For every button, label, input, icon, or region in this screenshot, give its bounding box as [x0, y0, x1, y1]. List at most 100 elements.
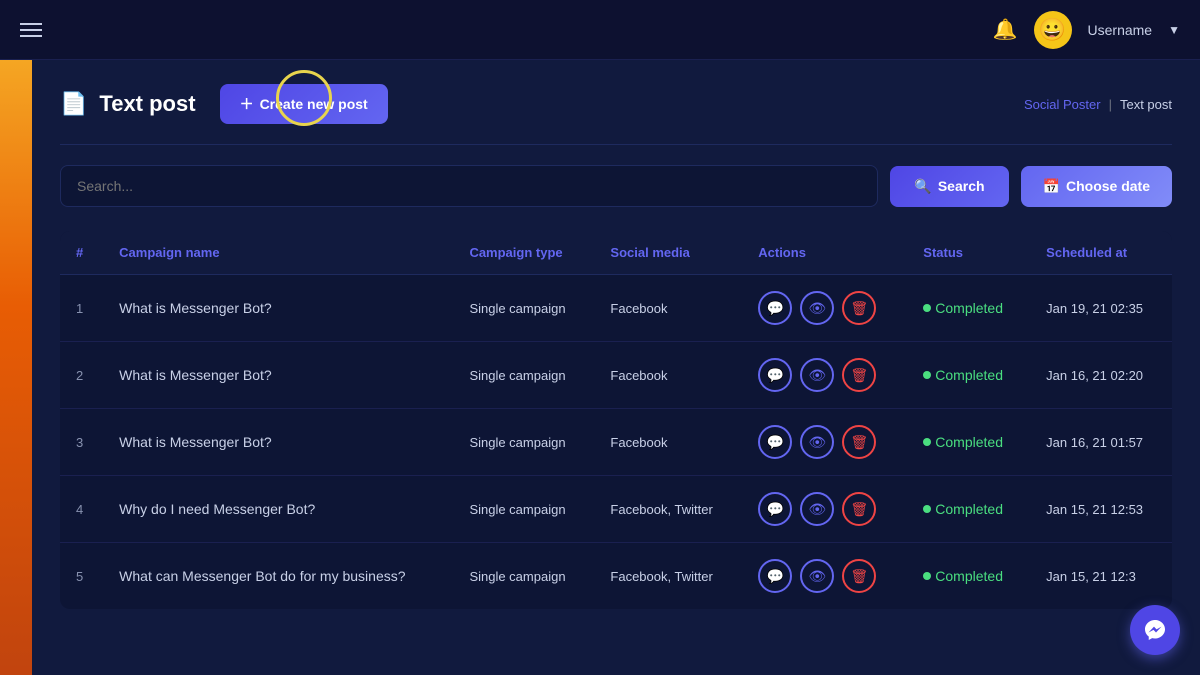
campaigns-table-wrap: # Campaign name Campaign type Social med… — [60, 231, 1172, 609]
cell-actions: 💬 👁 🗑 — [742, 275, 907, 342]
cell-scheduled-at: Jan 19, 21 02:35 — [1030, 275, 1172, 342]
delete-button[interactable]: 🗑 — [842, 291, 876, 325]
page-icon: 📄 — [60, 91, 87, 117]
cell-social-media: Facebook — [594, 409, 742, 476]
delete-button[interactable]: 🗑 — [842, 425, 876, 459]
cell-campaign-type: Single campaign — [453, 409, 594, 476]
messenger-fab[interactable] — [1130, 605, 1180, 655]
cell-num: 4 — [60, 476, 103, 543]
cell-scheduled-at: Jan 16, 21 02:20 — [1030, 342, 1172, 409]
view-button[interactable]: 👁 — [800, 358, 834, 392]
cell-campaign-name: What is Messenger Bot? — [103, 342, 453, 409]
view-button[interactable]: 👁 — [800, 291, 834, 325]
search-button[interactable]: 🔍 Search — [890, 166, 1008, 207]
search-input-wrap — [60, 165, 878, 207]
cell-campaign-type: Single campaign — [453, 476, 594, 543]
cell-campaign-name: Why do I need Messenger Bot? — [103, 476, 453, 543]
delete-button[interactable]: 🗑 — [842, 492, 876, 526]
cell-campaign-name: What is Messenger Bot? — [103, 409, 453, 476]
view-button[interactable]: 👁 — [800, 425, 834, 459]
cell-status: Completed — [907, 342, 1030, 409]
layout: 📄 Text post ＋ Create new post Social Pos… — [0, 60, 1200, 675]
avatar[interactable]: 😀 — [1034, 11, 1072, 49]
status-label: Completed — [935, 367, 1003, 383]
choose-date-button[interactable]: 📅 Choose date — [1021, 166, 1172, 207]
hamburger-icon[interactable] — [20, 23, 42, 37]
cell-actions: 💬 👁 🗑 — [742, 342, 907, 409]
status-dot — [923, 371, 931, 379]
breadcrumb: Social Poster | Text post — [1024, 97, 1172, 112]
status-dot — [923, 438, 931, 446]
create-new-post-button[interactable]: ＋ Create new post — [220, 84, 388, 124]
cell-social-media: Facebook — [594, 342, 742, 409]
status-dot — [923, 572, 931, 580]
cell-campaign-name: What is Messenger Bot? — [103, 275, 453, 342]
cell-campaign-type: Single campaign — [453, 275, 594, 342]
status-label: Completed — [935, 434, 1003, 450]
table-row: 1 What is Messenger Bot? Single campaign… — [60, 275, 1172, 342]
cell-num: 1 — [60, 275, 103, 342]
chat-button[interactable]: 💬 — [758, 291, 792, 325]
cell-campaign-name: What can Messenger Bot do for my busines… — [103, 543, 453, 610]
view-button[interactable]: 👁 — [800, 492, 834, 526]
sidebar — [0, 60, 32, 675]
breadcrumb-current: Text post — [1120, 97, 1172, 112]
table-row: 5 What can Messenger Bot do for my busin… — [60, 543, 1172, 610]
navbar-left — [20, 23, 42, 37]
main-content: 📄 Text post ＋ Create new post Social Pos… — [32, 60, 1200, 675]
col-scheduled-at: Scheduled at — [1030, 231, 1172, 275]
chevron-down-icon[interactable]: ▼ — [1168, 23, 1180, 37]
col-status: Status — [907, 231, 1030, 275]
table-row: 4 Why do I need Messenger Bot? Single ca… — [60, 476, 1172, 543]
cell-campaign-type: Single campaign — [453, 543, 594, 610]
cell-scheduled-at: Jan 15, 21 12:53 — [1030, 476, 1172, 543]
view-button[interactable]: 👁 — [800, 559, 834, 593]
navbar-right: 🔔 😀 Username ▼ — [993, 11, 1180, 49]
breadcrumb-separator: | — [1109, 97, 1112, 112]
cell-scheduled-at: Jan 16, 21 01:57 — [1030, 409, 1172, 476]
navbar: 🔔 😀 Username ▼ — [0, 0, 1200, 60]
page-header: 📄 Text post ＋ Create new post Social Pos… — [60, 84, 1172, 124]
cell-scheduled-at: Jan 15, 21 12:3 — [1030, 543, 1172, 610]
chat-button[interactable]: 💬 — [758, 358, 792, 392]
table-header-row: # Campaign name Campaign type Social med… — [60, 231, 1172, 275]
cell-actions: 💬 👁 🗑 — [742, 476, 907, 543]
user-name: Username — [1088, 22, 1153, 38]
campaigns-table: # Campaign name Campaign type Social med… — [60, 231, 1172, 609]
cell-num: 3 — [60, 409, 103, 476]
bell-icon[interactable]: 🔔 — [993, 17, 1018, 42]
col-actions: Actions — [742, 231, 907, 275]
cell-num: 5 — [60, 543, 103, 610]
cell-actions: 💬 👁 🗑 — [742, 543, 907, 610]
status-label: Completed — [935, 568, 1003, 584]
col-campaign-type: Campaign type — [453, 231, 594, 275]
table-row: 3 What is Messenger Bot? Single campaign… — [60, 409, 1172, 476]
col-num: # — [60, 231, 103, 275]
col-social-media: Social media — [594, 231, 742, 275]
search-row: 🔍 Search 📅 Choose date — [60, 165, 1172, 207]
cell-status: Completed — [907, 543, 1030, 610]
choose-date-label: Choose date — [1066, 178, 1150, 194]
cell-status: Completed — [907, 275, 1030, 342]
chat-button[interactable]: 💬 — [758, 492, 792, 526]
cell-campaign-type: Single campaign — [453, 342, 594, 409]
cell-actions: 💬 👁 🗑 — [742, 409, 907, 476]
cell-num: 2 — [60, 342, 103, 409]
status-dot — [923, 304, 931, 312]
search-btn-label: Search — [938, 178, 985, 194]
calendar-icon: 📅 — [1043, 178, 1060, 195]
breadcrumb-parent[interactable]: Social Poster — [1024, 97, 1101, 112]
search-icon: 🔍 — [914, 178, 931, 195]
page-header-left: 📄 Text post ＋ Create new post — [60, 84, 388, 124]
table-row: 2 What is Messenger Bot? Single campaign… — [60, 342, 1172, 409]
search-input[interactable] — [60, 165, 878, 207]
chat-button[interactable]: 💬 — [758, 425, 792, 459]
cell-status: Completed — [907, 409, 1030, 476]
header-divider — [60, 144, 1172, 145]
delete-button[interactable]: 🗑 — [842, 358, 876, 392]
status-label: Completed — [935, 300, 1003, 316]
delete-button[interactable]: 🗑 — [842, 559, 876, 593]
col-campaign-name: Campaign name — [103, 231, 453, 275]
status-label: Completed — [935, 501, 1003, 517]
chat-button[interactable]: 💬 — [758, 559, 792, 593]
